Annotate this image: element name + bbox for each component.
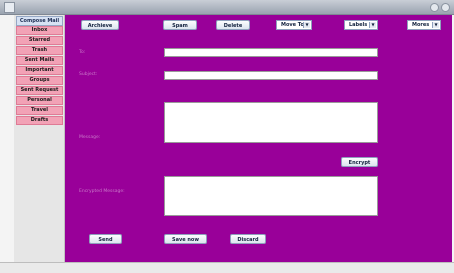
to-label: To: (79, 50, 86, 55)
move-to-label: Move To (281, 22, 304, 28)
sidebar-item-travel[interactable]: Travel (16, 106, 63, 115)
labels-label: Labels (349, 22, 368, 28)
sidebar-item-groups[interactable]: Groups (16, 76, 63, 85)
message-label: Message: (79, 135, 101, 140)
sidebar-item-inbox[interactable]: Inbox (16, 26, 63, 35)
compose-mail-button[interactable]: Compose Mail (16, 16, 63, 26)
send-button[interactable]: Send (89, 234, 122, 244)
subject-label: Subject: (79, 72, 98, 77)
folder-list: Inbox Starred Trash Sent Mails Important… (16, 26, 63, 126)
encrypt-button[interactable]: Encrypt (341, 157, 378, 167)
subject-field[interactable] (164, 71, 378, 80)
delete-button[interactable]: Delete (216, 20, 250, 30)
sidebar-item-drafts[interactable]: Drafts (16, 116, 63, 125)
encrypted-message-label: Encrypted Message: (79, 189, 125, 194)
sidebar-item-sent-mails[interactable]: Sent Mails (16, 56, 63, 65)
labels-dropdown[interactable]: Labels ▼ (344, 20, 378, 30)
chevron-down-icon: ▼ (303, 22, 310, 28)
chevron-down-icon: ▼ (369, 22, 376, 28)
window-bottom-edge (0, 262, 454, 273)
window-controls (430, 3, 450, 12)
archieve-button[interactable]: Archieve (81, 20, 119, 30)
chevron-down-icon: ▼ (432, 22, 439, 28)
app-icon (4, 2, 15, 13)
sidebar-item-personal[interactable]: Personal (16, 96, 63, 105)
mail-window: Compose Mail Inbox Starred Trash Sent Ma… (0, 0, 454, 273)
encrypted-message-field[interactable] (164, 176, 378, 216)
to-field[interactable] (164, 48, 378, 57)
spam-button[interactable]: Spam (163, 20, 197, 30)
sidebar-item-starred[interactable]: Starred (16, 36, 63, 45)
minimize-icon[interactable] (430, 3, 439, 12)
save-now-button[interactable]: Save now (164, 234, 207, 244)
discard-button[interactable]: Discard (230, 234, 266, 244)
mores-dropdown[interactable]: Mores ▼ (407, 20, 441, 30)
sidebar-item-sent-request[interactable]: Sent Request (16, 86, 63, 95)
move-to-dropdown[interactable]: Move To ▼ (276, 20, 312, 30)
sidebar-item-important[interactable]: Important (16, 66, 63, 75)
compose-panel: Archieve Spam Delete Move To ▼ Labels ▼ … (65, 15, 452, 262)
close-icon[interactable] (441, 3, 450, 12)
title-bar (0, 0, 454, 15)
mores-label: Mores (412, 22, 430, 28)
message-field[interactable] (164, 102, 378, 143)
sidebar: Compose Mail Inbox Starred Trash Sent Ma… (14, 15, 65, 262)
sidebar-item-trash[interactable]: Trash (16, 46, 63, 55)
